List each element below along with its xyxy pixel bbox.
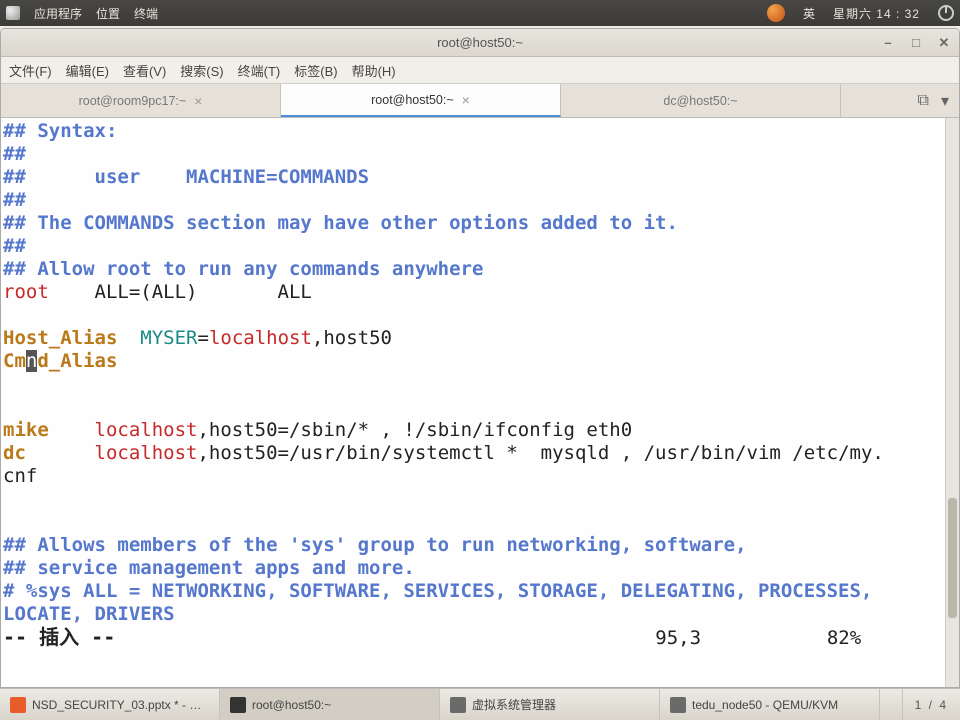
menu-help[interactable]: 帮助(H) [352,61,396,80]
terminal-content[interactable]: ## Syntax: ## ## user MACHINE=COMMANDS #… [1,118,945,687]
tab-menu-icon[interactable]: ▾ [941,91,949,111]
terminal-icon [230,697,246,713]
text-cursor: n [26,350,37,372]
tab-room9pc17[interactable]: root@room9pc17:~ × [1,84,281,117]
tab-label: dc@host50:~ [663,94,737,108]
tab-close-icon[interactable]: × [462,92,470,108]
close-button[interactable]: ✕ [935,34,953,52]
tab-close-icon[interactable]: × [194,93,202,109]
task-label: NSD_SECURITY_03.pptx * - W… [32,698,209,712]
menu-file[interactable]: 文件(F) [9,61,52,80]
vim-position: 95,3 [655,627,701,649]
task-label: tedu_node50 - QEMU/KVM [692,698,838,712]
power-icon[interactable] [938,5,954,21]
wps-icon [10,697,26,713]
task-qemu[interactable]: tedu_node50 - QEMU/KVM [660,689,880,720]
menu-search[interactable]: 搜索(S) [180,61,223,80]
minimize-button[interactable]: – [879,34,897,52]
panel-terminal[interactable]: 终端 [134,5,158,22]
tab-host50-root[interactable]: root@host50:~ × [281,84,561,117]
terminal-scrollbar[interactable] [945,118,959,687]
gnome-taskbar: NSD_SECURITY_03.pptx * - W… root@host50:… [0,688,960,720]
task-label: 虚拟系统管理器 [472,696,556,713]
menubar: 文件(F) 编辑(E) 查看(V) 搜索(S) 终端(T) 标签(B) 帮助(H… [1,57,959,84]
panel-applications[interactable]: 应用程序 [34,5,82,22]
task-label: root@host50:~ [252,698,331,712]
task-terminal[interactable]: root@host50:~ [220,689,440,720]
panel-clock[interactable]: 星期六 14 : 32 [833,5,920,22]
broadcast-icon[interactable]: ⧉ [918,92,929,110]
scrollbar-thumb[interactable] [948,498,957,618]
tab-label: root@host50:~ [371,93,454,107]
activities-icon[interactable] [6,6,20,20]
tab-host50-dc[interactable]: dc@host50:~ [561,84,841,117]
qemu-icon [670,697,686,713]
vim-mode: -- 插入 -- [3,625,115,649]
tabbar: root@room9pc17:~ × root@host50:~ × dc@ho… [1,84,959,118]
virt-manager-icon [450,697,466,713]
task-presentation[interactable]: NSD_SECURITY_03.pptx * - W… [0,689,220,720]
task-virtmanager[interactable]: 虚拟系统管理器 [440,689,660,720]
menu-tabs[interactable]: 标签(B) [294,61,337,80]
menu-terminal[interactable]: 终端(T) [238,61,281,80]
gnome-top-panel: 应用程序 位置 终端 英 星期六 14 : 32 [0,0,960,26]
menu-edit[interactable]: 编辑(E) [66,61,109,80]
ime-status-icon[interactable] [767,4,785,22]
menu-view[interactable]: 查看(V) [123,61,166,80]
terminal-window: root@host50:~ – □ ✕ 文件(F) 编辑(E) 查看(V) 搜索… [0,28,960,688]
maximize-button[interactable]: □ [907,34,925,52]
window-titlebar[interactable]: root@host50:~ – □ ✕ [1,29,959,57]
window-title: root@host50:~ [437,35,523,50]
workspace-indicator[interactable]: 1 / 4 [902,689,960,720]
vim-percent: 82% [827,627,861,649]
panel-ime-lang[interactable]: 英 [803,5,815,22]
tab-label: root@room9pc17:~ [79,94,187,108]
panel-places[interactable]: 位置 [96,5,120,22]
